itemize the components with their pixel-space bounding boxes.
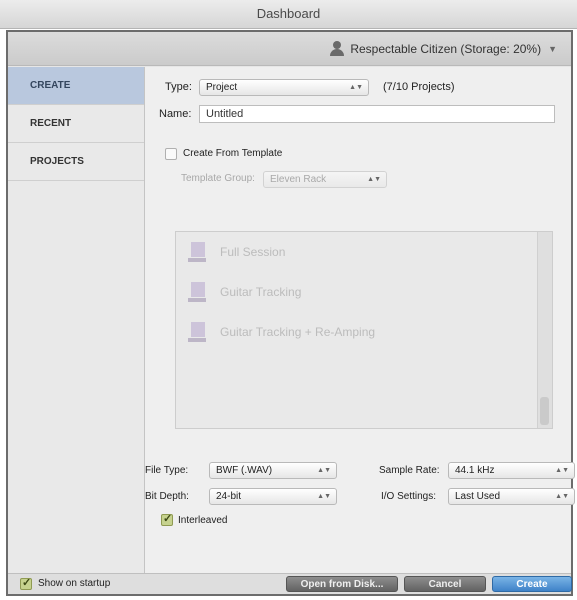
cancel-button[interactable]: Cancel: [404, 576, 486, 592]
open-from-disk-button[interactable]: Open from Disk...: [286, 576, 398, 592]
show-on-startup-checkbox[interactable]: [20, 576, 32, 590]
session-file-icon: [188, 242, 206, 264]
user-icon: [330, 41, 345, 56]
name-field[interactable]: Untitled: [199, 105, 555, 123]
updown-arrows-icon: ▲▼: [349, 84, 363, 91]
file-type-select[interactable]: BWF (.WAV) ▲▼: [209, 462, 337, 479]
chevron-down-icon[interactable]: ▼: [548, 44, 557, 54]
sample-rate-value: 44.1 kHz: [455, 465, 495, 476]
project-count: (7/10 Projects): [383, 81, 455, 93]
interleaved-checkbox[interactable]: [161, 512, 173, 526]
io-settings-select[interactable]: Last Used ▲▼: [448, 488, 575, 505]
window-title: Dashboard: [0, 0, 577, 29]
create-button[interactable]: Create: [492, 576, 572, 592]
sidebar-item-recent[interactable]: RECENT: [8, 105, 144, 143]
show-on-startup-label: Show on startup: [38, 578, 111, 589]
updown-arrows-icon: ▲▼: [367, 176, 381, 183]
sample-rate-select[interactable]: 44.1 kHz ▲▼: [448, 462, 575, 479]
footer-bar: Show on startup Open from Disk... Cancel…: [8, 573, 572, 594]
bit-depth-value: 24-bit: [216, 491, 242, 502]
template-group-label: Template Group:: [181, 173, 255, 184]
type-select-value: Project: [206, 82, 238, 93]
file-type-label: File Type:: [145, 465, 189, 476]
file-type-value: BWF (.WAV): [216, 465, 273, 476]
template-name: Guitar Tracking: [220, 285, 302, 299]
io-settings-label: I/O Settings:: [381, 491, 437, 502]
template-group-value: Eleven Rack: [270, 174, 327, 185]
updown-arrows-icon: ▲▼: [317, 467, 331, 474]
template-list[interactable]: Full Session Guitar Tracking Guitar Trac…: [175, 231, 553, 429]
create-panel: Type: Project ▲▼ (7/10 Projects) Name: U…: [145, 67, 575, 573]
scrollbar[interactable]: [537, 232, 552, 428]
create-from-template-checkbox[interactable]: [165, 148, 177, 160]
scrollbar-thumb[interactable]: [540, 397, 549, 425]
bit-depth-label: Bit Depth:: [145, 491, 189, 502]
sidebar-item-create[interactable]: CREATE: [8, 67, 144, 105]
user-bar[interactable]: Respectable Citizen (Storage: 20%) ▼: [8, 32, 571, 66]
sample-rate-label: Sample Rate:: [379, 465, 440, 476]
dashboard-window: Respectable Citizen (Storage: 20%) ▼ CRE…: [6, 30, 575, 596]
interleaved-label: Interleaved: [178, 515, 228, 526]
bit-depth-select[interactable]: 24-bit ▲▼: [209, 488, 337, 505]
template-name: Full Session: [220, 245, 286, 259]
updown-arrows-icon: ▲▼: [317, 493, 331, 500]
session-file-icon: [188, 282, 206, 304]
updown-arrows-icon: ▲▼: [555, 493, 569, 500]
sidebar: CREATE RECENT PROJECTS: [8, 67, 145, 573]
name-label: Name:: [159, 108, 192, 120]
user-storage-label: Respectable Citizen (Storage: 20%): [350, 41, 542, 56]
template-name: Guitar Tracking + Re-Amping: [220, 325, 376, 339]
sidebar-item-projects[interactable]: PROJECTS: [8, 143, 144, 181]
updown-arrows-icon: ▲▼: [555, 467, 569, 474]
io-settings-value: Last Used: [455, 491, 501, 502]
session-file-icon: [188, 322, 206, 344]
type-select[interactable]: Project ▲▼: [199, 79, 369, 96]
type-label: Type:: [165, 81, 192, 93]
create-from-template-label: Create From Template: [183, 148, 283, 159]
template-group-select[interactable]: Eleven Rack ▲▼: [263, 171, 387, 188]
